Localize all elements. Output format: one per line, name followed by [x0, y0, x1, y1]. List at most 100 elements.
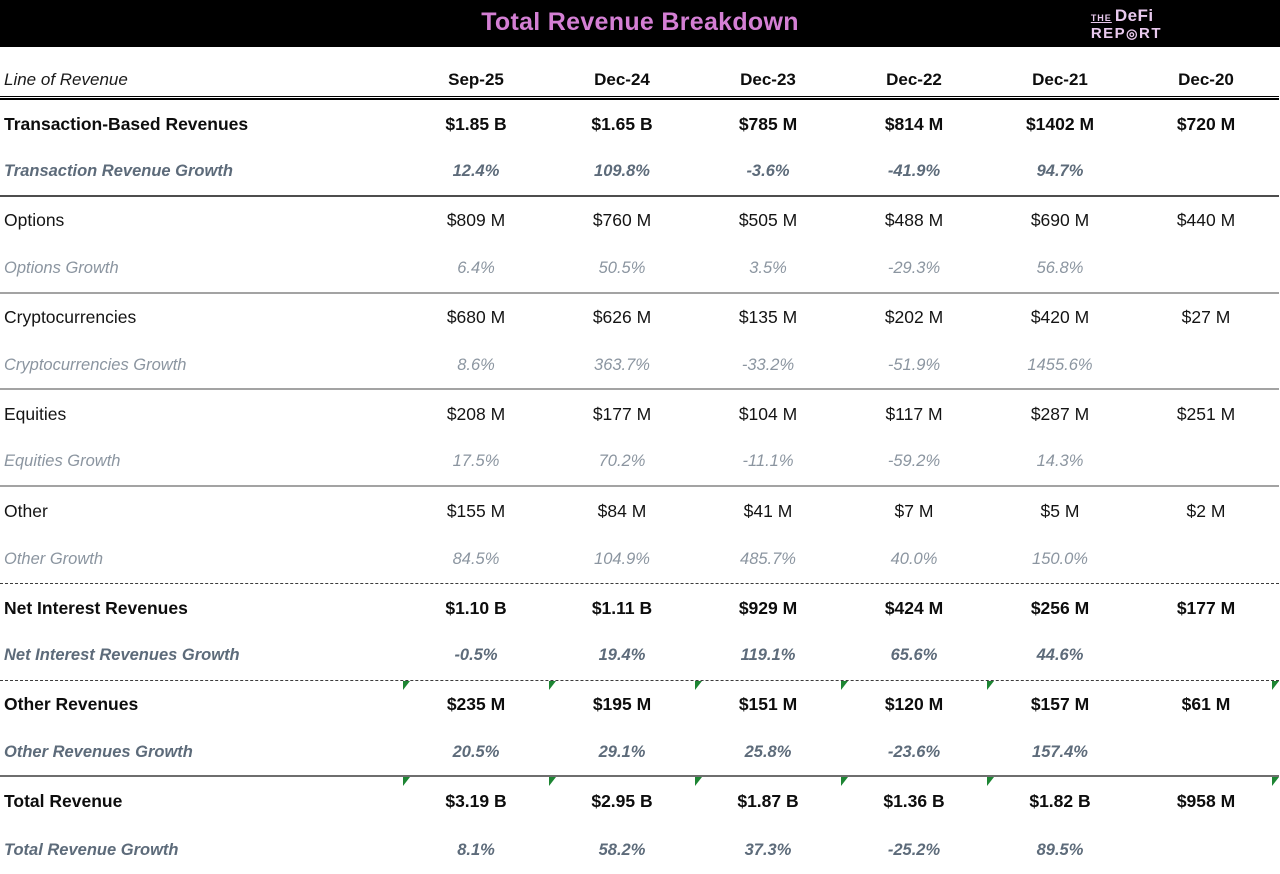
- data-cell: -33.2%: [741, 355, 795, 374]
- data-cell: $177 M: [1176, 597, 1236, 618]
- data-cell: $2 M: [1186, 500, 1226, 521]
- data-cell: $420 M: [1030, 307, 1090, 328]
- data-cell: 25.8%: [744, 742, 792, 761]
- table-row-options-growth: Options Growth 6.4% 50.5% 3.5% -29.3% 56.8%: [0, 245, 1279, 294]
- row-label: Transaction-Based Revenues: [4, 113, 249, 134]
- data-cell: 119.1%: [740, 646, 796, 665]
- table-row-other-growth: Other Growth 84.5% 104.9% 485.7% 40.0% 150.0%: [0, 536, 1279, 584]
- data-cell: $1.10 B: [445, 597, 507, 618]
- data-cell: -23.6%: [887, 742, 941, 761]
- data-cell: 84.5%: [452, 549, 500, 568]
- data-cell: 6.4%: [457, 258, 495, 277]
- data-cell: $155 M: [446, 500, 506, 521]
- data-cell: 20.5%: [452, 742, 500, 761]
- data-cell: $27 M: [1181, 307, 1231, 328]
- column-header-dec-21: Dec-21: [1032, 70, 1088, 89]
- data-cell: -51.9%: [887, 355, 941, 374]
- data-cell: $3.19 B: [445, 791, 507, 812]
- table-row-cryptocurrencies-growth: Cryptocurrencies Growth 8.6% 363.7% -33.2% -…: [0, 342, 1279, 391]
- data-cell: $929 M: [738, 597, 798, 618]
- data-cell: $235 M: [446, 694, 506, 715]
- data-cell: $626 M: [592, 307, 652, 328]
- table-row-equities-growth: Equities Growth 17.5% 70.2% -11.1% -59.2% 14.…: [0, 439, 1279, 488]
- data-cell: $1.36 B: [883, 791, 945, 812]
- data-cell: $208 M: [446, 404, 506, 425]
- table-row-other-revenues: Other Revenues $235 M $195 M $151 M $120 M $1…: [0, 680, 1279, 729]
- data-cell: 70.2%: [598, 452, 646, 471]
- table-row-transaction-revenue-growth: Transaction Revenue Growth 12.4% 109.8% -3.…: [0, 148, 1279, 197]
- row-label: Other Revenues Growth: [4, 742, 193, 761]
- data-cell: $1.87 B: [737, 791, 799, 812]
- data-cell: 14.3%: [1036, 452, 1084, 471]
- data-cell: -0.5%: [454, 646, 498, 665]
- row-label: Other: [4, 500, 48, 521]
- table-row-cryptocurrencies: Cryptocurrencies $680 M $626 M $135 M $202 M…: [0, 294, 1279, 342]
- row-label: Cryptocurrencies Growth: [4, 355, 187, 374]
- column-header-sep-25: Sep-25: [448, 70, 504, 89]
- data-cell: 58.2%: [598, 840, 646, 859]
- data-cell: 19.4%: [598, 646, 646, 665]
- page: Total Revenue Breakdown THE DeFi REP◎RT …: [0, 0, 1280, 874]
- data-cell: $809 M: [446, 210, 506, 231]
- data-cell: $424 M: [884, 597, 944, 618]
- table-row-options: Options $809 M $760 M $505 M $488 M $690 M $44…: [0, 197, 1279, 245]
- data-cell: $195 M: [592, 694, 652, 715]
- data-cell: 363.7%: [594, 355, 650, 374]
- data-cell: -11.1%: [742, 452, 794, 471]
- table-row-transaction-based-revenues: Transaction-Based Revenues $1.85 B $1.65 B…: [0, 100, 1279, 148]
- column-header-dec-24: Dec-24: [594, 70, 650, 89]
- page-title: Total Revenue Breakdown: [481, 8, 799, 36]
- data-cell: $505 M: [738, 210, 798, 231]
- data-cell: 94.7%: [1036, 162, 1084, 181]
- logo-target-o-icon: ◎: [1126, 25, 1139, 41]
- data-cell: $202 M: [884, 307, 944, 328]
- data-cell: 65.6%: [890, 646, 938, 665]
- data-cell: -41.9%: [887, 162, 941, 181]
- data-cell: 8.1%: [457, 840, 495, 859]
- data-cell: 8.6%: [457, 355, 495, 374]
- table-body: Transaction-Based Revenues $1.85 B $1.65 B…: [0, 100, 1280, 874]
- column-header-dec-23: Dec-23: [740, 70, 796, 89]
- logo-rt-text: RT: [1139, 24, 1162, 42]
- data-cell: $61 M: [1181, 694, 1231, 715]
- green-flag-icon: [695, 777, 702, 787]
- data-cell: $760 M: [592, 210, 652, 231]
- logo-the-label: THE: [1090, 13, 1112, 23]
- row-label: Total Revenue Growth: [4, 840, 179, 859]
- logo-rep-text: REP: [1090, 24, 1127, 42]
- data-cell: 44.6%: [1036, 646, 1084, 665]
- data-cell: $117 M: [885, 404, 943, 425]
- data-cell: $488 M: [884, 210, 944, 231]
- data-cell: -29.3%: [887, 258, 941, 277]
- data-cell: 17.5%: [452, 452, 500, 471]
- data-cell: $135 M: [738, 307, 798, 328]
- data-cell: $120 M: [884, 694, 944, 715]
- data-cell: $287 M: [1030, 404, 1090, 425]
- row-label: Transaction Revenue Growth: [4, 162, 233, 181]
- data-cell: -59.2%: [887, 452, 941, 471]
- data-cell: 3.5%: [749, 258, 787, 277]
- revenue-table: Line of Revenue Sep-25 Dec-24 Dec-23 Dec…: [0, 47, 1280, 874]
- logo-report-label: REP◎RT: [1090, 24, 1162, 42]
- data-cell: 37.3%: [744, 840, 792, 859]
- logo-defi-label: DeFi: [1114, 6, 1154, 25]
- table-row-total-revenue: Total Revenue $3.19 B $2.95 B $1.87 B $1.36 …: [0, 777, 1279, 825]
- row-label: Cryptocurrencies: [4, 307, 137, 328]
- table-row-other-revenues-growth: Other Revenues Growth 20.5% 29.1% 25.8% -23.…: [0, 729, 1279, 778]
- data-cell: $251 M: [1176, 404, 1236, 425]
- data-cell: $680 M: [446, 307, 506, 328]
- table-row-equities: Equities $208 M $177 M $104 M $117 M $287 M $2…: [0, 390, 1279, 438]
- data-cell: 89.5%: [1036, 840, 1084, 859]
- data-cell: 485.7%: [740, 549, 796, 568]
- data-cell: 29.1%: [598, 742, 646, 761]
- column-header-dec-22: Dec-22: [886, 70, 942, 89]
- green-flag-icon: [1272, 777, 1279, 787]
- top-banner: Total Revenue Breakdown THE DeFi REP◎RT: [0, 0, 1280, 47]
- row-label: Equities: [4, 404, 67, 425]
- data-cell: $84 M: [597, 500, 647, 521]
- data-cell: $1.82 B: [1029, 791, 1091, 812]
- data-cell: $690 M: [1030, 210, 1090, 231]
- table-row-net-interest-revenues-growth: Net Interest Revenues Growth -0.5% 19.4% 11…: [0, 632, 1279, 681]
- data-cell: $1.65 B: [591, 113, 653, 134]
- row-label: Options Growth: [4, 258, 119, 277]
